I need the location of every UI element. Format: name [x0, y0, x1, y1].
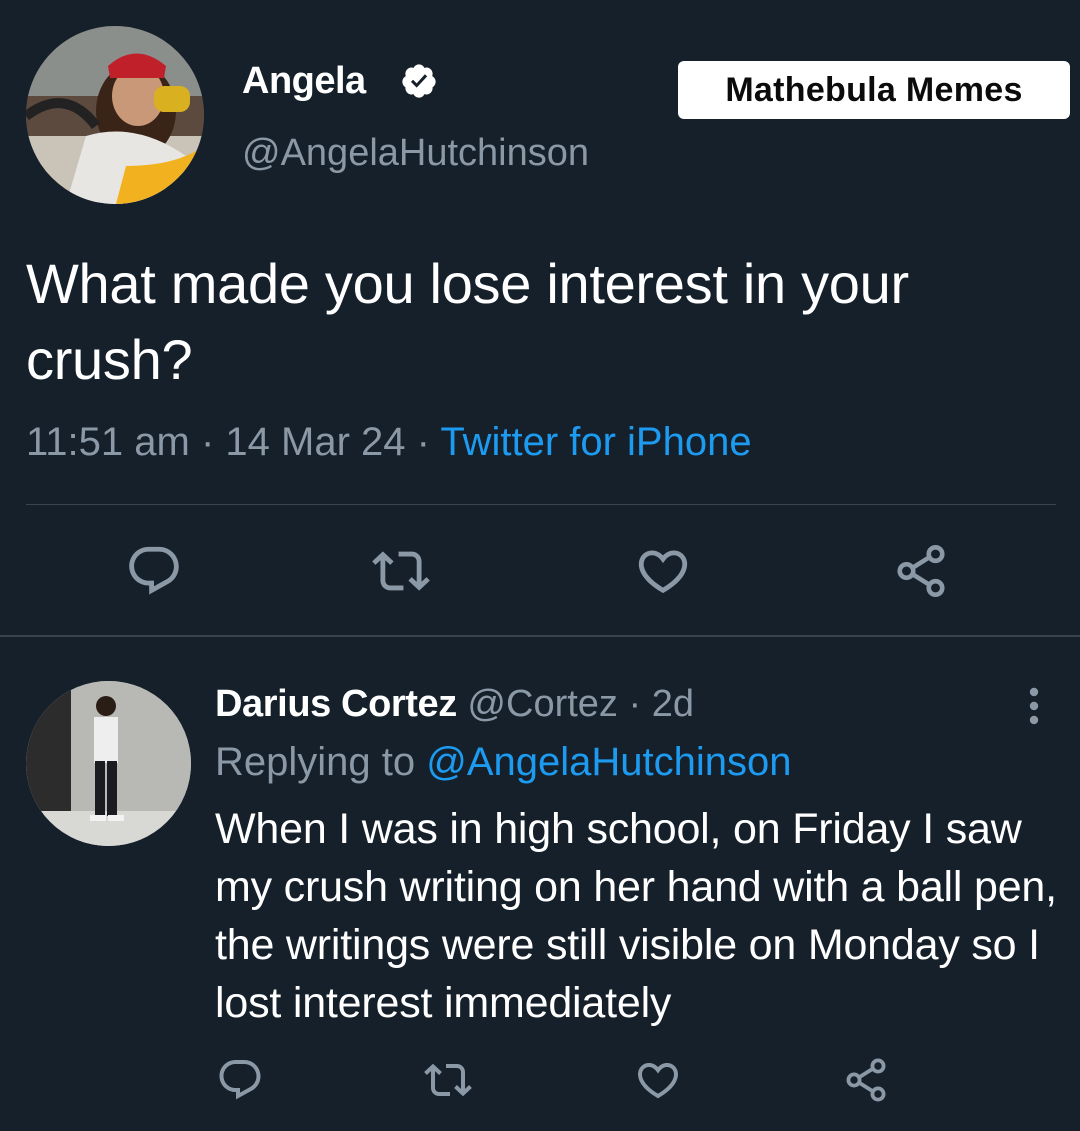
- reply-text: When I was in high school, on Friday I s…: [215, 805, 1057, 1027]
- verified-badge-icon: [400, 62, 438, 100]
- replying-to: Replying to @AngelaHutchinson: [215, 740, 792, 785]
- retweet-icon: [424, 1063, 472, 1097]
- more-options-icon[interactable]: [1022, 686, 1046, 726]
- divider: [0, 635, 1080, 637]
- like-icon: [637, 1063, 679, 1099]
- tweet-meta: 11:51 am · 14 Mar 24 · Twitter for iPhon…: [26, 420, 752, 465]
- replying-to-label: Replying to: [215, 740, 416, 784]
- replying-to-mention[interactable]: @AngelaHutchinson: [426, 740, 791, 784]
- like-icon: [638, 550, 688, 594]
- author-handle[interactable]: @AngelaHutchinson: [242, 132, 589, 175]
- reply-avatar[interactable]: [26, 681, 191, 846]
- reply-icon: [129, 546, 179, 595]
- divider: [26, 504, 1056, 505]
- retweet-button[interactable]: [371, 541, 431, 601]
- reply-author-name[interactable]: Darius Cortez: [215, 683, 457, 725]
- meta-separator: ·: [628, 683, 642, 725]
- reply-share-button[interactable]: [840, 1054, 892, 1106]
- like-button[interactable]: [633, 541, 693, 601]
- reply-like-button[interactable]: [632, 1054, 684, 1106]
- author-name[interactable]: Angela: [242, 60, 366, 103]
- avatar[interactable]: [26, 26, 204, 204]
- avatar-photo: [26, 681, 191, 846]
- tweet-source-link[interactable]: Twitter for iPhone: [440, 420, 751, 464]
- retweet-icon: [372, 551, 430, 591]
- reply-age: 2d: [651, 683, 694, 725]
- tweet-text: What made you lose interest in your crus…: [26, 252, 909, 391]
- share-button[interactable]: [891, 541, 951, 601]
- share-icon: [897, 545, 945, 597]
- reply-reply-button[interactable]: [214, 1054, 266, 1106]
- reply-author-handle[interactable]: @Cortez: [467, 683, 618, 725]
- meta-separator: ·: [200, 420, 215, 464]
- reply-icon: [219, 1060, 261, 1100]
- reply-button[interactable]: [124, 541, 184, 601]
- watermark: Mathebula Memes: [678, 61, 1070, 119]
- tweet-date: 14 Mar 24: [225, 420, 406, 464]
- meta-separator: ·: [416, 420, 430, 464]
- tweet-time: 11:51 am: [26, 420, 190, 464]
- share-icon: [846, 1058, 886, 1102]
- reply-header: Darius Cortez @Cortez · 2d: [215, 683, 694, 726]
- avatar-photo: [26, 26, 204, 204]
- reply-retweet-button[interactable]: [422, 1054, 474, 1106]
